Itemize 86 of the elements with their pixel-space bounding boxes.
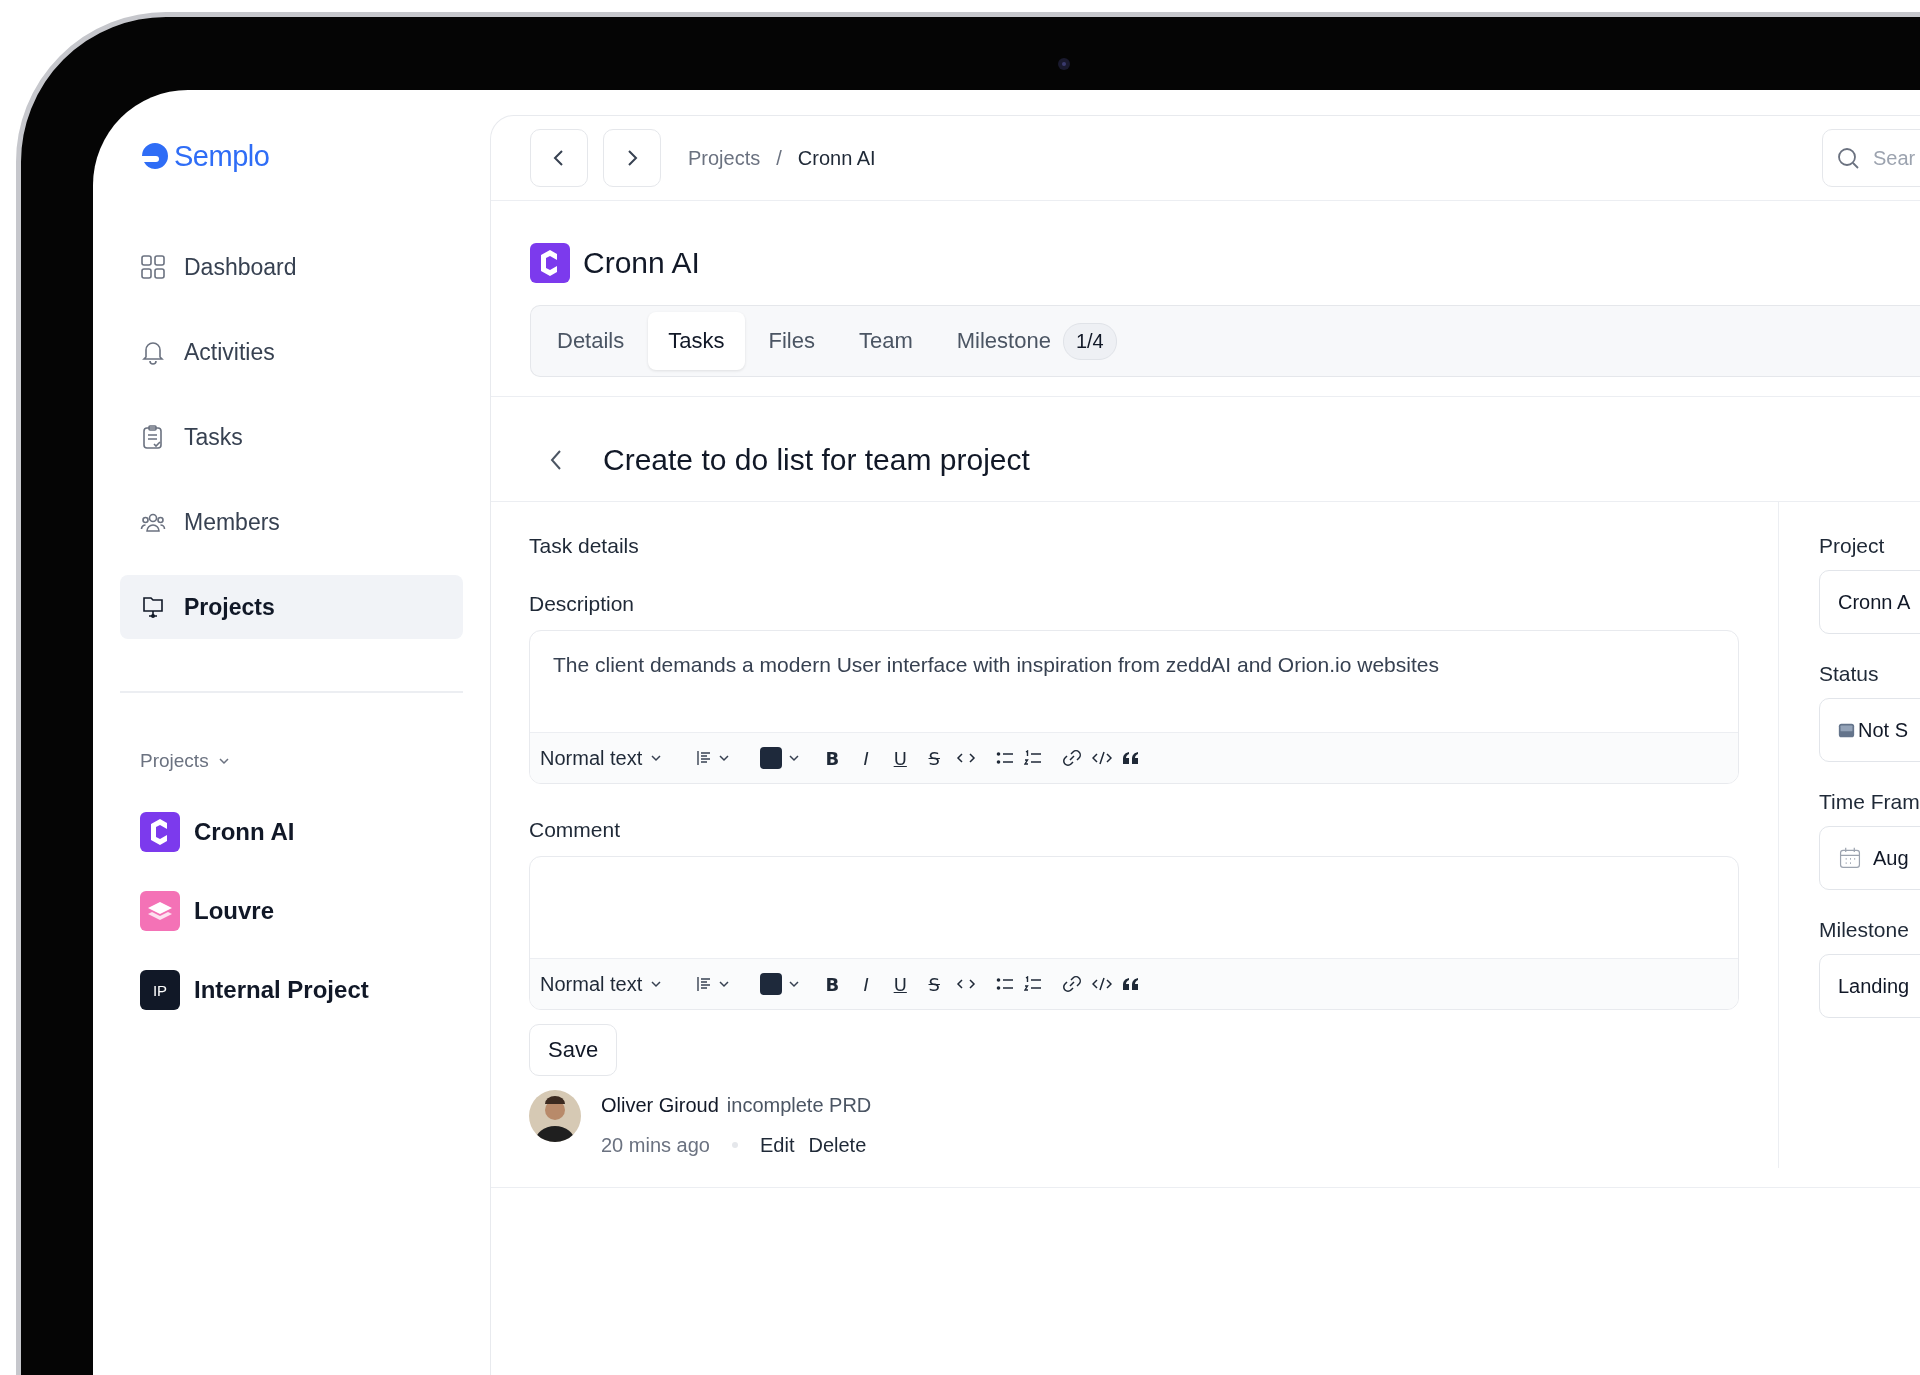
code-icon[interactable] — [1092, 750, 1113, 766]
strikethrough-button[interactable]: S — [922, 973, 947, 995]
chevron-right-icon — [625, 149, 639, 167]
caret-icon — [718, 978, 731, 990]
link-icon[interactable] — [1062, 749, 1083, 767]
field-label: Status — [1819, 662, 1880, 686]
tab[interactable]: Files — [748, 312, 835, 370]
comment-action-link[interactable]: Delete — [808, 1133, 867, 1157]
bell-icon — [140, 339, 166, 365]
caret-icon — [788, 752, 801, 764]
select-field[interactable]: Landing — [1819, 954, 1920, 1018]
caret-icon — [650, 752, 663, 764]
caret-icon — [650, 978, 663, 990]
select-field[interactable]: Not S — [1819, 698, 1920, 762]
field-label: Project — [1819, 534, 1886, 558]
align-icon — [696, 750, 713, 766]
text-style-dropdown[interactable]: Normal text — [540, 972, 677, 996]
field-label: Description — [529, 592, 636, 616]
tab[interactable]: Team — [838, 312, 933, 370]
text-editor[interactable]: The client demands a modern User interface with inspiration from zeddAI and Orion.io websites Normal text B I U S — [529, 630, 1739, 784]
bullet-list-icon[interactable] — [996, 976, 1015, 992]
project-logo-icon — [140, 812, 180, 852]
select-field[interactable]: Cronn A — [1819, 570, 1920, 634]
search-icon — [1836, 146, 1860, 170]
calendar-icon — [1838, 846, 1862, 870]
bold-button[interactable]: B — [820, 747, 845, 769]
strikethrough-button[interactable]: S — [922, 747, 947, 769]
field-label: Comment — [529, 818, 622, 842]
underline-button[interactable]: U — [888, 747, 913, 769]
underline-button[interactable]: U — [888, 973, 913, 995]
task-title: Create to do list for team project — [603, 443, 1030, 477]
comment-author: Oliver Giroud — [601, 1093, 719, 1117]
grid-icon — [140, 254, 166, 280]
tab[interactable]: Milestone 1/4 — [936, 312, 1137, 370]
italic-button[interactable]: I — [854, 973, 879, 995]
breadcrumb-separator: / — [776, 146, 782, 170]
quote-icon[interactable] — [1122, 751, 1141, 765]
link-icon[interactable] — [1062, 975, 1083, 993]
logo-text: Semplo — [174, 139, 270, 173]
bold-button[interactable]: B — [820, 973, 845, 995]
project-item[interactable]: IP Internal Project — [120, 970, 463, 1010]
section-heading: Task details — [529, 534, 640, 558]
project-initials: IP — [140, 970, 180, 1010]
select-field[interactable]: Aug — [1819, 826, 1920, 890]
italic-button[interactable]: I — [854, 747, 879, 769]
comment-text: incomplete PRD — [726, 1093, 872, 1117]
project-item[interactable]: Cronn AI — [120, 812, 463, 852]
quote-icon[interactable] — [1122, 977, 1141, 991]
project-item[interactable]: Louvre — [120, 891, 463, 931]
count-badge: 1/4 — [1062, 322, 1117, 360]
text-editor[interactable]: Normal text B I U S — [529, 856, 1739, 1010]
nav-item[interactable]: Projects — [120, 575, 463, 639]
nav-item[interactable]: Dashboard — [120, 235, 463, 299]
projects-section-toggle[interactable]: Projects — [120, 749, 463, 773]
search-field[interactable]: Sear — [1822, 129, 1920, 187]
nav-item[interactable]: Tasks — [120, 405, 463, 469]
avatar — [529, 1090, 581, 1142]
tab[interactable]: Details — [537, 312, 645, 370]
caret-icon — [718, 752, 731, 764]
tab[interactable]: Tasks — [648, 312, 745, 370]
align-icon — [696, 976, 713, 992]
chevron-left-icon[interactable] — [549, 449, 563, 471]
editor-text: The client demands a modern User interface with inspiration from zeddAI and Orion.io websites — [553, 653, 1439, 676]
logo-icon — [140, 141, 170, 171]
chevron-left-icon — [552, 149, 566, 167]
code-icon[interactable] — [1092, 976, 1113, 992]
breadcrumb-link[interactable]: Projects — [688, 146, 761, 170]
numbered-list-icon[interactable] — [1024, 976, 1043, 992]
folder-icon — [140, 594, 166, 620]
field-label: Time Fram — [1819, 790, 1920, 814]
numbered-list-icon[interactable] — [1024, 750, 1043, 766]
comment-action-link[interactable]: Edit — [759, 1133, 795, 1157]
save-button[interactable]: Save — [529, 1024, 618, 1076]
nav-item[interactable]: Activities — [120, 320, 463, 384]
nav-item[interactable]: Members — [120, 490, 463, 554]
text-style-dropdown[interactable]: Normal text — [540, 746, 677, 770]
caret-icon — [788, 978, 801, 990]
field-label: Milestone — [1819, 918, 1910, 942]
comment-time: 20 mins ago — [601, 1133, 710, 1157]
breadcrumb-link[interactable]: Cronn AI — [797, 146, 876, 170]
bullet-list-icon[interactable] — [996, 750, 1015, 766]
project-logo-icon — [530, 243, 570, 283]
project-title: Cronn AI — [583, 246, 700, 280]
status-icon — [1838, 721, 1855, 739]
layers-logo-icon — [140, 891, 180, 931]
camera-icon — [1057, 57, 1071, 71]
